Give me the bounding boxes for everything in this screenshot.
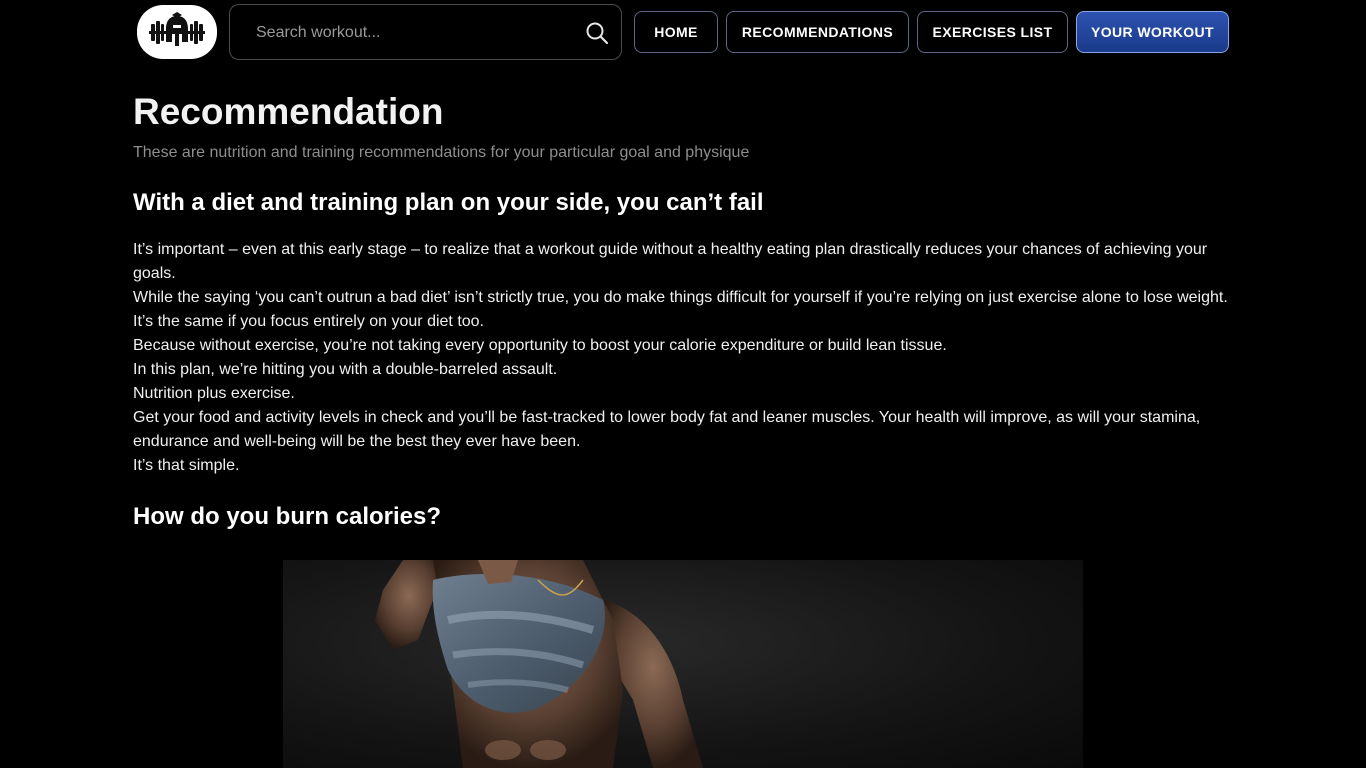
paragraph: It’s important – even at this early stag… <box>133 241 1208 282</box>
nav-home-button[interactable]: HOME <box>634 11 718 53</box>
paragraph: Get your food and activity levels in che… <box>133 409 1201 450</box>
paragraph: While the saying ‘you can’t outrun a bad… <box>133 289 1228 306</box>
nav-recommendations-button[interactable]: RECOMMENDATIONS <box>726 11 909 53</box>
page: HOME RECOMMENDATIONS EXERCISES LIST YOUR… <box>0 0 1366 768</box>
logo[interactable] <box>137 5 217 59</box>
muscular-man-photo <box>375 560 703 768</box>
search-icon[interactable] <box>585 21 609 45</box>
fitness-hero-image <box>283 560 1083 768</box>
page-title: Recommendation <box>133 91 444 132</box>
paragraph: It’s that simple. <box>133 457 240 474</box>
spartan-dumbbell-logo-icon <box>149 12 205 46</box>
search-input[interactable] <box>256 19 576 47</box>
page-subtitle: These are nutrition and training recomme… <box>133 144 750 161</box>
section-body: It’s important – even at this early stag… <box>133 238 1233 478</box>
top-navbar: HOME RECOMMENDATIONS EXERCISES LIST YOUR… <box>0 0 1366 64</box>
paragraph: In this plan, we’re hitting you with a d… <box>133 361 558 378</box>
main-content: Recommendation These are nutrition and t… <box>133 90 1233 532</box>
paragraph: It’s the same if you focus entirely on y… <box>133 313 484 330</box>
paragraph: Nutrition plus exercise. <box>133 385 295 402</box>
section-heading-burn-calories: How do you burn calories? <box>133 503 442 530</box>
nav-exercises-list-button[interactable]: EXERCISES LIST <box>917 11 1068 53</box>
nav-your-workout-button[interactable]: YOUR WORKOUT <box>1076 11 1229 53</box>
paragraph: Because without exercise, you’re not tak… <box>133 337 947 354</box>
search-bar <box>229 4 622 60</box>
section-heading-diet-plan: With a diet and training plan on your si… <box>133 189 764 216</box>
